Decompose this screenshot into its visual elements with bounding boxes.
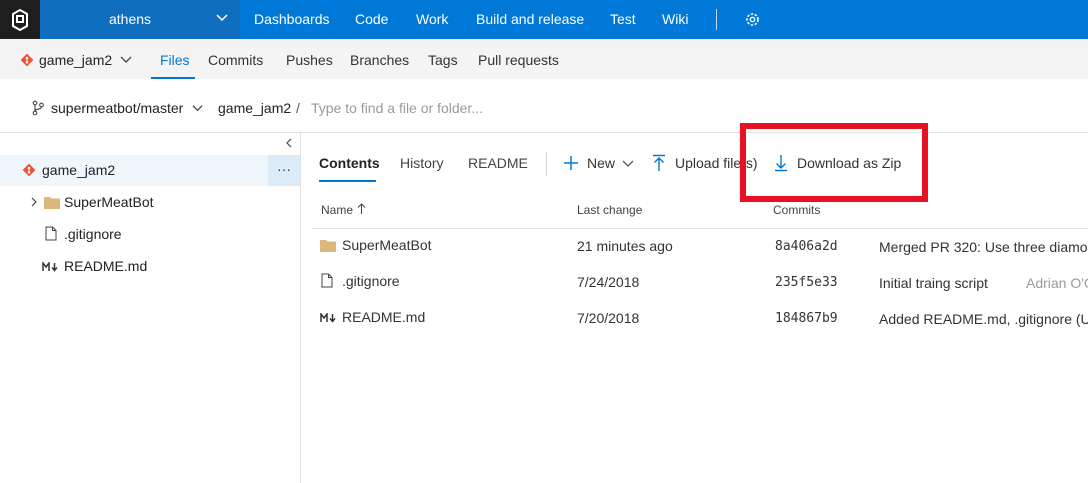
tab-readme[interactable]: README xyxy=(468,155,528,171)
row-last-change: 7/24/2018 xyxy=(577,274,640,290)
nav-divider xyxy=(716,9,717,30)
more-actions-button[interactable]: ··· xyxy=(268,155,300,186)
column-header-commits[interactable]: Commits xyxy=(773,203,820,217)
new-button[interactable]: New xyxy=(587,155,615,171)
tree-item-label[interactable]: README.md xyxy=(64,258,147,274)
tab-pushes[interactable]: Pushes xyxy=(286,52,333,68)
tab-branches[interactable]: Branches xyxy=(350,52,409,68)
row-name-link[interactable]: README.md xyxy=(342,309,425,325)
sort-ascending-icon[interactable] xyxy=(357,203,366,215)
row-last-change: 21 minutes ago xyxy=(577,238,673,254)
path-search-input[interactable] xyxy=(311,96,691,120)
gear-icon[interactable] xyxy=(744,11,761,28)
vsts-logo[interactable] xyxy=(0,0,40,39)
row-name-link[interactable]: .gitignore xyxy=(342,273,400,289)
nav-build-and-release[interactable]: Build and release xyxy=(476,11,584,27)
repo-selector[interactable]: game_jam2 xyxy=(39,52,112,68)
nav-dashboards[interactable]: Dashboards xyxy=(254,11,330,27)
chevron-down-icon[interactable] xyxy=(119,53,133,67)
active-tab-indicator xyxy=(319,180,376,182)
column-header-last-change[interactable]: Last change xyxy=(577,203,642,217)
nav-wiki[interactable]: Wiki xyxy=(662,11,688,27)
tab-history[interactable]: History xyxy=(400,155,444,171)
file-icon xyxy=(321,273,333,288)
project-selector[interactable]: athens xyxy=(40,0,240,39)
tab-files[interactable]: Files xyxy=(160,52,190,68)
chevron-right-icon[interactable] xyxy=(29,197,39,207)
column-header-name[interactable]: Name xyxy=(321,203,353,217)
nav-work[interactable]: Work xyxy=(416,11,448,27)
row-commit-message[interactable]: Initial traing script xyxy=(879,275,988,291)
row-commit-message[interactable]: Merged PR 320: Use three diamonds xyxy=(879,239,1088,255)
pane-divider[interactable] xyxy=(300,133,301,483)
row-commit-message[interactable]: Added README.md, .gitignore (Unity) xyxy=(879,311,1088,327)
markdown-icon xyxy=(320,313,336,323)
markdown-icon xyxy=(42,262,58,272)
row-commit-link[interactable]: 184867b9 xyxy=(775,311,838,326)
top-navigation-bar: athens Dashboards Code Work Build and re… xyxy=(0,0,1088,39)
tab-pull-requests[interactable]: Pull requests xyxy=(478,52,559,68)
git-repo-icon xyxy=(22,163,36,177)
toolbar-divider xyxy=(546,152,547,176)
git-repo-icon xyxy=(20,53,34,67)
breadcrumb-separator: / xyxy=(296,100,300,116)
branch-icon xyxy=(32,100,44,116)
project-name: athens xyxy=(109,11,152,27)
vsts-logo-icon xyxy=(12,8,28,31)
tree-item-label[interactable]: SuperMeatBot xyxy=(64,194,154,210)
row-name-link[interactable]: SuperMeatBot xyxy=(342,237,432,253)
tree-root-label[interactable]: game_jam2 xyxy=(42,162,115,178)
chevron-down-icon[interactable] xyxy=(621,157,635,171)
chevron-down-icon[interactable] xyxy=(191,102,204,115)
row-commit-author: Adrian O'Grady xyxy=(1026,275,1088,291)
collapse-pane-icon[interactable] xyxy=(283,137,295,149)
highlight-box xyxy=(740,123,928,202)
chevron-down-icon xyxy=(216,14,228,22)
tab-contents[interactable]: Contents xyxy=(319,155,380,171)
plus-icon[interactable] xyxy=(563,155,579,171)
upload-icon[interactable] xyxy=(652,154,666,172)
row-commit-link[interactable]: 8a406a2d xyxy=(775,239,838,254)
active-tab-indicator xyxy=(151,77,195,79)
row-last-change: 7/20/2018 xyxy=(577,310,640,326)
tab-tags[interactable]: Tags xyxy=(428,52,458,68)
nav-test[interactable]: Test xyxy=(610,11,636,27)
tab-commits[interactable]: Commits xyxy=(208,52,263,68)
folder-icon xyxy=(320,240,336,252)
row-commit-link[interactable]: 235f5e33 xyxy=(775,275,838,290)
table-header-divider xyxy=(312,228,1088,229)
folder-icon xyxy=(44,197,60,209)
nav-code[interactable]: Code xyxy=(355,11,388,27)
branch-selector[interactable]: supermeatbot/master xyxy=(51,100,183,116)
tree-item-label[interactable]: .gitignore xyxy=(64,226,122,242)
file-icon xyxy=(45,226,57,241)
breadcrumb-repo[interactable]: game_jam2 xyxy=(218,100,291,116)
